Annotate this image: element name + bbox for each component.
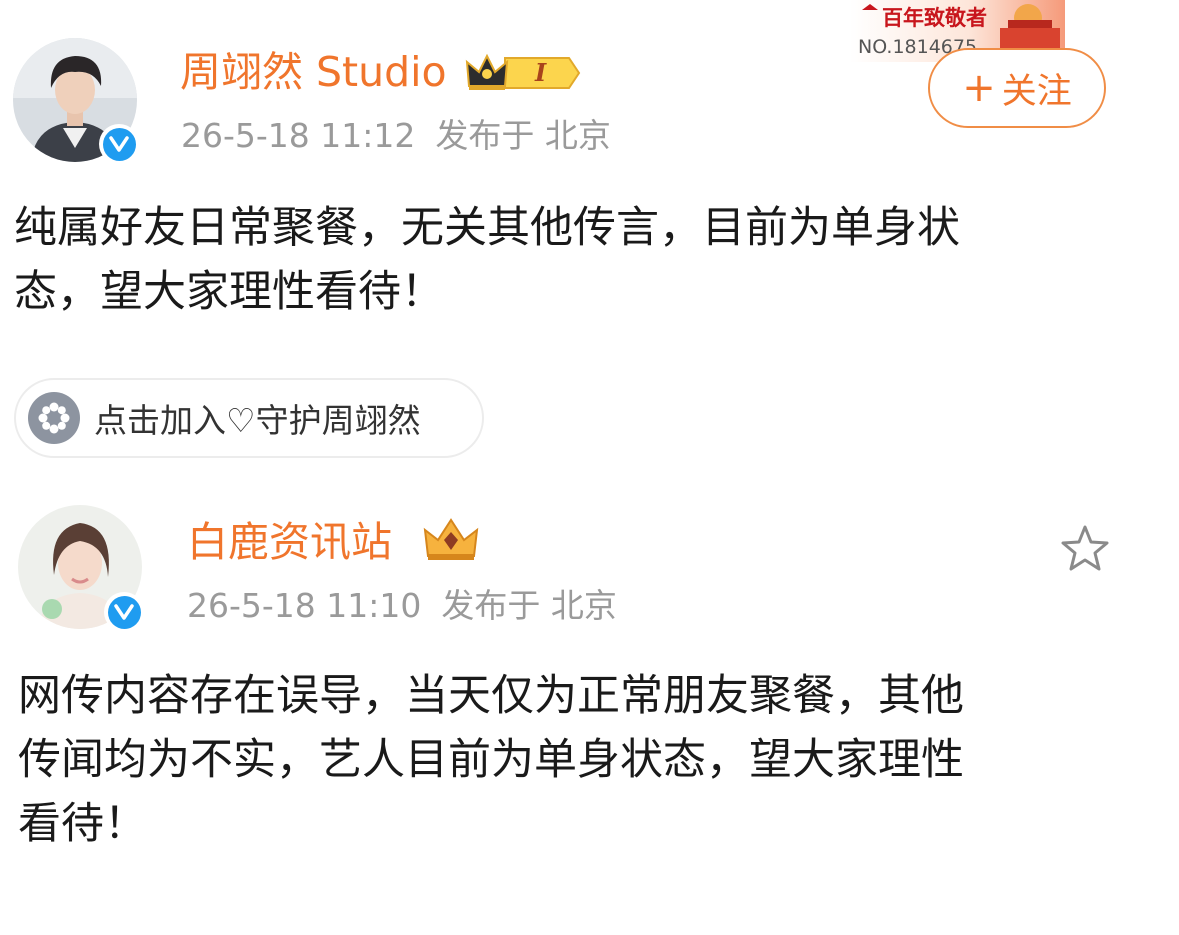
post-meta: 26-5-18 11:12 发布于 北京	[181, 116, 611, 156]
post-line: 传闻均为不实，艺人目前为单身状态，望大家理性	[18, 735, 964, 785]
timestamp: 26-5-18 11:12	[181, 116, 416, 155]
post-line: 纯属好友日常聚餐，无关其他传言，目前为单身状	[14, 203, 960, 253]
crown-icon	[423, 518, 479, 560]
timestamp: 26-5-18 11:10	[187, 586, 422, 625]
crown-icon	[465, 53, 581, 90]
post-line: 网传内容存在误导，当天仅为正常朋友聚餐，其他	[18, 671, 964, 721]
badge-title: 百年致敬者	[882, 5, 987, 30]
post-line: 看待！	[18, 799, 147, 849]
follow-label: 关注	[1001, 71, 1072, 112]
crown-badge	[422, 516, 480, 562]
supertopic-tag[interactable]: 点击加入♡守护周翊然	[14, 378, 484, 458]
star-icon[interactable]	[1058, 522, 1112, 576]
location: 发布于 北京	[441, 586, 617, 625]
plus-icon: +	[962, 65, 996, 111]
location: 发布于 北京	[435, 116, 611, 155]
verified-icon	[99, 124, 139, 164]
supertopic-label: 点击加入♡守护周翊然	[94, 401, 421, 440]
post-meta: 26-5-18 11:10 发布于 北京	[187, 586, 617, 626]
post-body: 网传内容存在误导，当天仅为正常朋友聚餐，其他 传闻均为不实，艺人目前为单身状态，…	[18, 664, 964, 856]
post-body: 纯属好友日常聚餐，无关其他传言，目前为单身状 态，望大家理性看待！	[14, 196, 960, 324]
post-line: 态，望大家理性看待！	[14, 267, 444, 317]
follow-button[interactable]: + 关注	[928, 48, 1106, 128]
weibo-feed: 百年致敬者 NO.1814675 周翊然 Studio I 26-5-18 11…	[0, 0, 1179, 935]
crown-rank-badge: I	[465, 52, 583, 94]
username[interactable]: 周翊然 Studio	[180, 48, 447, 96]
flower-icon	[28, 392, 80, 444]
rank-label: I	[535, 58, 547, 87]
verified-icon	[104, 592, 144, 632]
username[interactable]: 白鹿资讯站	[187, 518, 392, 566]
